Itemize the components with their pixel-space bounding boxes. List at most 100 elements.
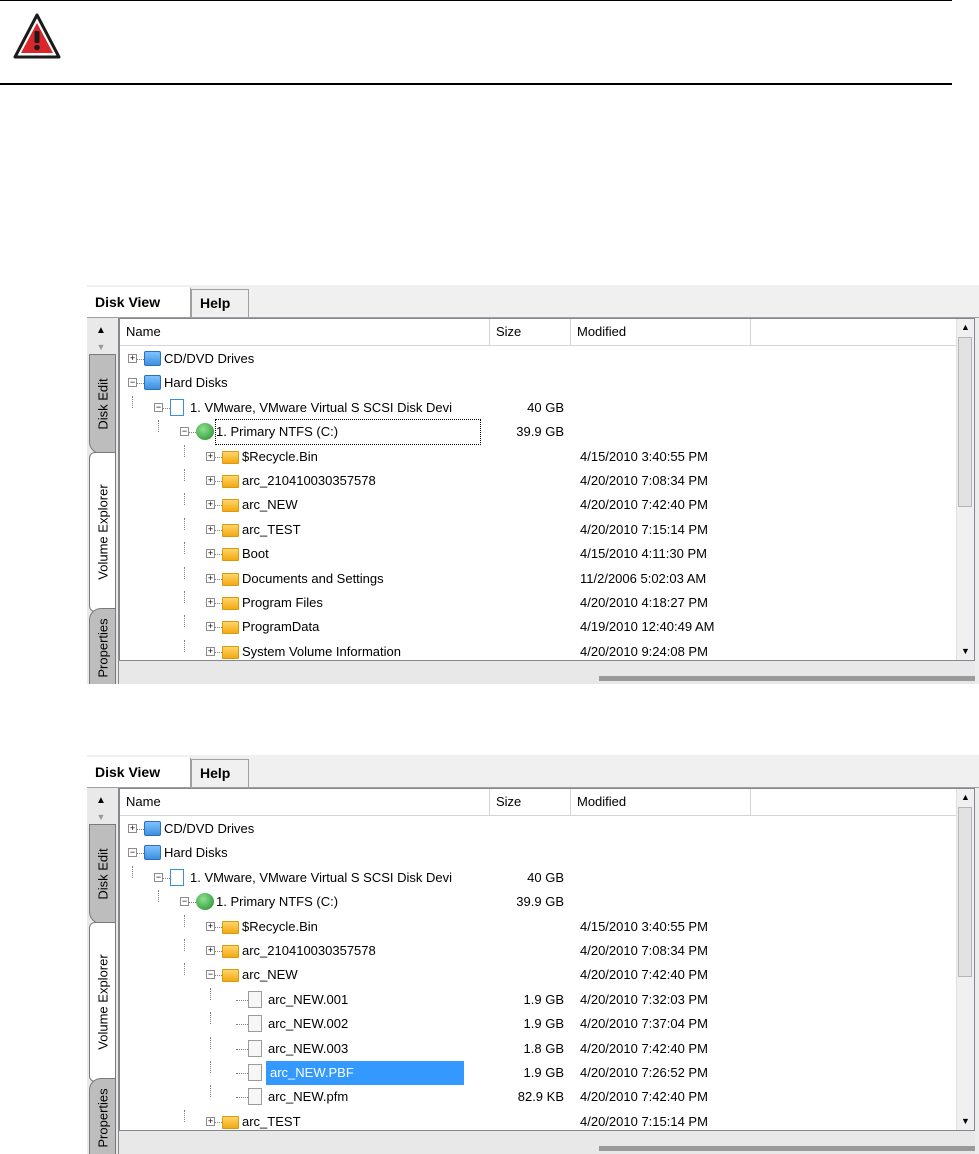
expand-icon[interactable]: + [128, 354, 137, 363]
tree-row[interactable]: + System Volume Information 4/20/2010 9:24… [120, 639, 958, 660]
expand-icon[interactable]: + [206, 921, 215, 931]
side-tab-volume-explorer[interactable]: Volume Explorer [89, 922, 116, 1082]
horizontal-scroll-thumb[interactable] [599, 676, 975, 681]
column-empty-header[interactable] [751, 319, 958, 345]
scroll-thumb[interactable] [958, 337, 972, 507]
side-scroll-up-icon[interactable]: ▲ [92, 792, 110, 810]
tree-row[interactable]: + arc_TEST 4/20/2010 7:15:14 PM [120, 517, 958, 542]
tree-row[interactable]: −1. VMware, VMware Virtual S SCSI Disk D… [120, 395, 958, 420]
tree-row[interactable]: + arc_TEST 4/20/2010 7:15:14 PM [120, 1109, 958, 1130]
collapse-icon[interactable]: − [206, 970, 215, 980]
file-tree-list[interactable]: Name Size Modified + CD/DVD Drives − Hard D… [119, 788, 975, 1131]
tree-row[interactable]: + Documents and Settings 11/2/2006 5:02:03… [120, 566, 958, 591]
expand-icon[interactable]: + [206, 1116, 215, 1126]
column-name-header[interactable]: Name [120, 319, 490, 345]
tree-row[interactable]: + ProgramData 4/19/2010 12:40:49 AM [120, 615, 958, 639]
tree-row[interactable]: + CD/DVD Drives [120, 817, 958, 841]
tree-row[interactable]: + $Recycle.Bin 4/15/2010 3:40:55 PM [120, 914, 958, 939]
tab-disk-view[interactable]: Disk View [87, 757, 191, 788]
expand-icon[interactable]: + [206, 475, 215, 485]
expand-icon[interactable]: + [206, 622, 215, 632]
side-tab-disk-editor[interactable]: Disk Edit [89, 824, 116, 924]
expand-icon[interactable]: + [206, 451, 215, 461]
tree-row[interactable]: + Program Files 4/20/2010 4:18:27 PM [120, 590, 958, 615]
row-size: 1.9 GB [523, 991, 564, 1007]
tree-row[interactable]: + CD/DVD Drives [120, 347, 958, 371]
tree-row[interactable]: −1. Primary NTFS (C:) 39.9 GB [120, 419, 958, 446]
horizontal-scroll-thumb[interactable] [599, 1146, 975, 1151]
tab-help[interactable]: Help [191, 289, 249, 317]
drive-icon [144, 821, 161, 836]
vertical-scrollbar[interactable]: ▲ ▼ [956, 319, 974, 660]
tree-row[interactable]: + arc_NEW 4/20/2010 7:42:40 PM [120, 493, 958, 517]
tree-row[interactable]: + $Recycle.Bin 4/15/2010 3:40:55 PM [120, 444, 958, 469]
tree-row[interactable]: + Boot 4/15/2010 4:11:30 PM [120, 542, 958, 566]
tree-row[interactable]: − Hard Disks [120, 841, 958, 865]
side-scroll-down-icon[interactable]: ▼ [92, 810, 110, 824]
tree-row[interactable]: arc_NEW.002 1.9 GB 4/20/2010 7:37:04 PM [120, 1012, 958, 1036]
column-modified-header[interactable]: Modified [571, 789, 751, 815]
expand-icon[interactable]: + [206, 524, 215, 534]
expand-icon[interactable]: + [206, 597, 215, 607]
tree-row[interactable]: arc_NEW.001 1.9 GB 4/20/2010 7:32:03 PM [120, 987, 958, 1012]
tree-row[interactable]: − Hard Disks [120, 371, 958, 395]
tree-row[interactable]: + arc_210410030357578 4/20/2010 7:08:34 PM [120, 468, 958, 493]
file-tree-list[interactable]: Name Size Modified + CD/DVD Drives − Hard D… [119, 318, 975, 661]
side-tab-strip: ▲ ▼ Disk Edit Volume Explorer Properties [87, 788, 119, 1154]
tree-guide-line [184, 938, 185, 951]
side-tab-volume-explorer[interactable]: Volume Explorer [89, 452, 116, 612]
collapse-icon[interactable]: − [128, 848, 137, 858]
column-size-header[interactable]: Size [490, 319, 571, 345]
side-tab-disk-editor[interactable]: Disk Edit [89, 354, 116, 454]
row-name: arc_TEST [242, 521, 301, 537]
tab-disk-view[interactable]: Disk View [87, 287, 191, 318]
scroll-up-icon[interactable]: ▲ [957, 789, 974, 806]
folder-icon [222, 596, 239, 610]
column-header: Name Size Modified [120, 319, 958, 346]
scroll-thumb[interactable] [958, 807, 972, 977]
expand-icon[interactable]: + [128, 824, 137, 833]
tree-row[interactable]: −1. Primary NTFS (C:) 39.9 GB [120, 890, 958, 914]
side-tab-properties[interactable]: Properties [89, 608, 116, 684]
tree-row[interactable]: − arc_NEW 4/20/2010 7:42:40 PM [120, 963, 958, 987]
scroll-up-icon[interactable]: ▲ [957, 319, 974, 336]
row-name: Program Files [242, 594, 323, 610]
folder-icon [222, 621, 239, 635]
side-tab-properties[interactable]: Properties [89, 1078, 116, 1154]
row-name: ProgramData [242, 619, 320, 635]
side-scroll-up-icon[interactable]: ▲ [92, 322, 110, 340]
tab-help[interactable]: Help [191, 759, 249, 787]
collapse-icon[interactable]: − [128, 378, 137, 388]
column-size-header[interactable]: Size [490, 789, 571, 815]
expand-icon[interactable]: + [206, 573, 215, 583]
warning-icon [13, 13, 61, 59]
horizontal-scrollbar[interactable] [119, 1131, 975, 1154]
expand-icon[interactable]: + [206, 646, 215, 656]
expand-icon[interactable]: + [206, 500, 215, 510]
horizontal-scrollbar[interactable] [119, 661, 975, 684]
scroll-down-icon[interactable]: ▼ [957, 1113, 974, 1130]
side-tab-disk-editor-label: Disk Edit [95, 848, 110, 900]
side-scroll-down-icon[interactable]: ▼ [92, 340, 110, 354]
tree-row[interactable]: arc_NEW.003 1.8 GB 4/20/2010 7:42:40 PM [120, 1036, 958, 1061]
vertical-scrollbar[interactable]: ▲ ▼ [956, 789, 974, 1130]
row-modified: 4/15/2010 3:40:55 PM [580, 918, 708, 934]
folder-icon [222, 450, 239, 464]
scroll-down-icon[interactable]: ▼ [957, 643, 974, 660]
tree-connector [215, 578, 222, 581]
tree-row[interactable]: −1. VMware, VMware Virtual S SCSI Disk D… [120, 865, 958, 890]
column-empty-header[interactable] [751, 789, 958, 815]
tree-row[interactable]: arc_NEW.PBF 1.9 GB 4/20/2010 7:26:52 PM [120, 1060, 958, 1085]
column-modified-header[interactable]: Modified [571, 319, 751, 345]
tree-row[interactable]: + arc_210410030357578 4/20/2010 7:08:34 PM [120, 938, 958, 963]
row-name: CD/DVD Drives [164, 821, 255, 836]
expand-icon[interactable]: + [206, 945, 215, 955]
row-modified: 4/15/2010 3:40:55 PM [580, 448, 708, 464]
side-tab-disk-editor-label: Disk Edit [95, 378, 110, 430]
row-name: arc_TEST [242, 1113, 301, 1129]
tree-row[interactable]: arc_NEW.pfm 82.9 KB 4/20/2010 7:42:40 PM [120, 1085, 958, 1109]
screenshot-panel-expanded: Disk View Help ▲ ▼ Disk Edit Volume Expl… [87, 755, 979, 1154]
column-name-header[interactable]: Name [120, 789, 490, 815]
side-tab-volume-explorer-label: Volume Explorer [95, 954, 110, 1050]
expand-icon[interactable]: + [206, 549, 215, 559]
